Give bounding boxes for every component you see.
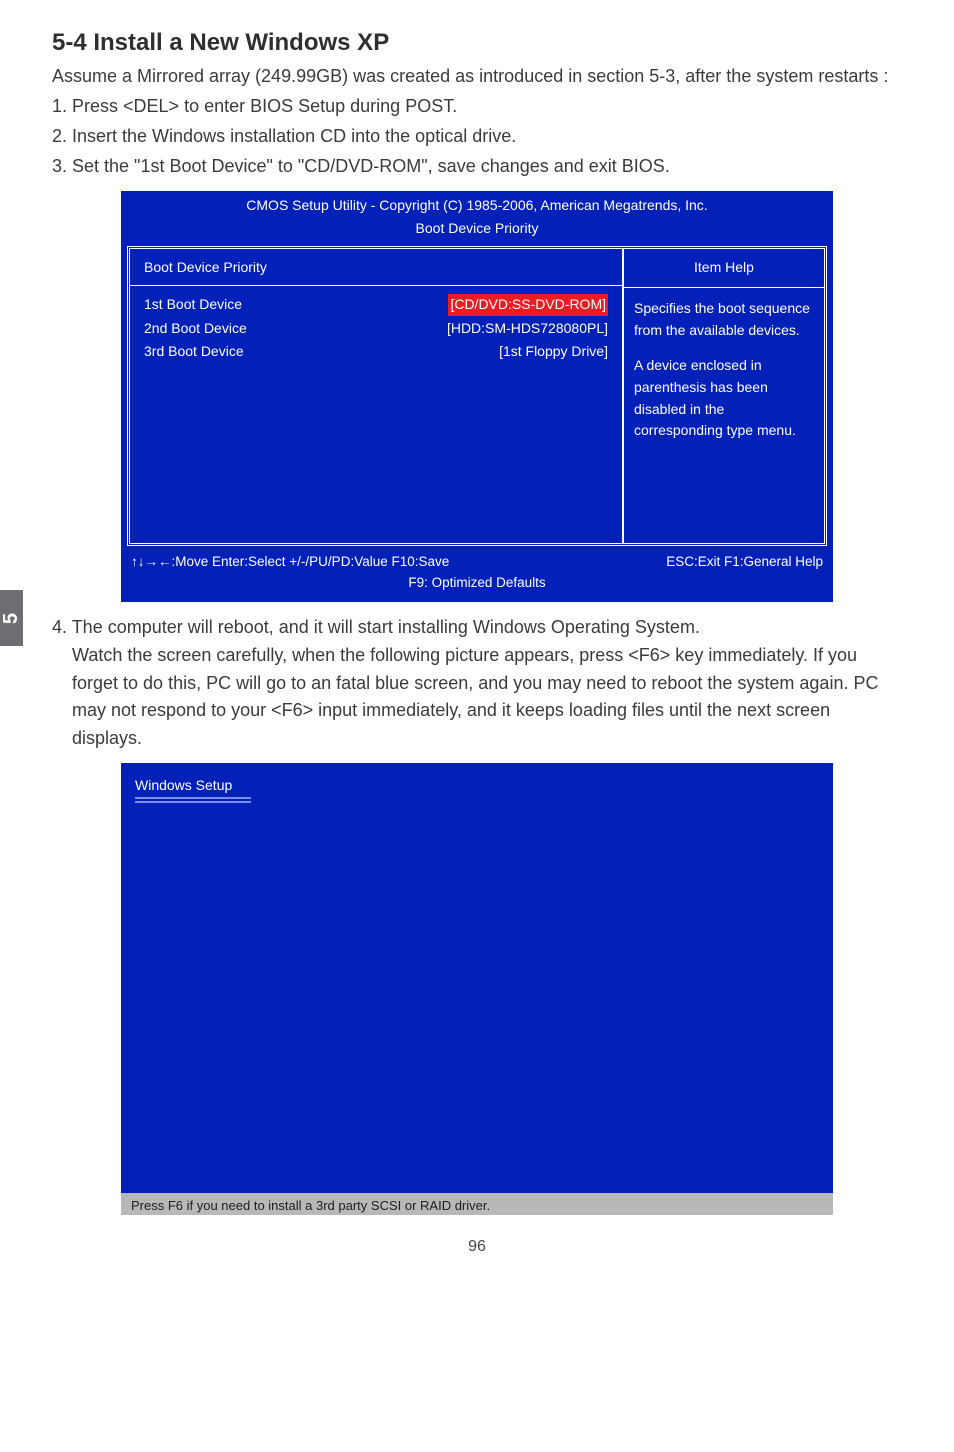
bios-help-header: Item Help: [624, 257, 824, 288]
step-3: 3. Set the "1st Boot Device" to "CD/DVD-…: [52, 153, 902, 181]
bios-left-header: Boot Device Priority: [144, 257, 608, 285]
bios-help-pane: Item Help Specifies the boot sequence fr…: [624, 249, 824, 543]
page-number: 96: [52, 1235, 902, 1260]
bios-row-3: 3rd Boot Device [1st Floppy Drive]: [144, 341, 608, 363]
bios-screenshot: CMOS Setup Utility - Copyright (C) 1985-…: [121, 191, 833, 602]
bios-row-1: 1st Boot Device [CD/DVD:SS-DVD-ROM]: [144, 294, 608, 316]
bios-help-p2: A device enclosed in parenthesis has bee…: [634, 355, 814, 442]
bios-frame: Boot Device Priority 1st Boot Device [CD…: [127, 246, 827, 546]
windows-setup-screenshot: Windows Setup Press F6 if you need to in…: [121, 763, 833, 1215]
bios-subtitle: Boot Device Priority: [121, 218, 833, 246]
bios-row-label: 1st Boot Device: [144, 294, 242, 316]
bios-help-p1: Specifies the boot sequence from the ava…: [634, 298, 814, 341]
bios-row-label: 3rd Boot Device: [144, 341, 244, 363]
windows-setup-title: Windows Setup: [135, 775, 232, 797]
chapter-tab: 5: [0, 590, 23, 646]
step-4-line1: 4. The computer will reboot, and it will…: [72, 614, 902, 642]
bios-footer: ↑↓→←:Move Enter:Select +/-/PU/PD:Value F…: [121, 546, 833, 602]
bios-row-label: 2nd Boot Device: [144, 318, 247, 340]
step-4-body: Watch the screen carefully, when the fol…: [72, 642, 902, 754]
bios-row-2: 2nd Boot Device [HDD:SM-HDS728080PL]: [144, 318, 608, 340]
section-title: 5-4 Install a New Windows XP: [52, 24, 902, 61]
winsetup-rule: [135, 797, 251, 799]
winsetup-rule: [135, 801, 251, 803]
bios-row-value: [1st Floppy Drive]: [499, 341, 608, 363]
bios-row-value-selected: [CD/DVD:SS-DVD-ROM]: [448, 294, 608, 316]
bios-title: CMOS Setup Utility - Copyright (C) 1985-…: [121, 191, 833, 219]
bios-footer-line2: F9: Optimized Defaults: [131, 573, 823, 594]
bios-row-value: [HDD:SM-HDS728080PL]: [447, 318, 608, 340]
bios-footer-right: ESC:Exit F1:General Help: [666, 552, 823, 573]
chapter-tab-label: 5: [0, 612, 27, 623]
step-2: 2. Insert the Windows installation CD in…: [52, 123, 902, 151]
windows-setup-statusbar: Press F6 if you need to install a 3rd pa…: [121, 1193, 833, 1215]
bios-left-pane: Boot Device Priority 1st Boot Device [CD…: [130, 249, 624, 543]
intro-paragraph: Assume a Mirrored array (249.99GB) was c…: [52, 63, 902, 91]
bios-footer-left: ↑↓→←:Move Enter:Select +/-/PU/PD:Value F…: [131, 552, 449, 573]
step-1: 1. Press <DEL> to enter BIOS Setup durin…: [52, 93, 902, 121]
